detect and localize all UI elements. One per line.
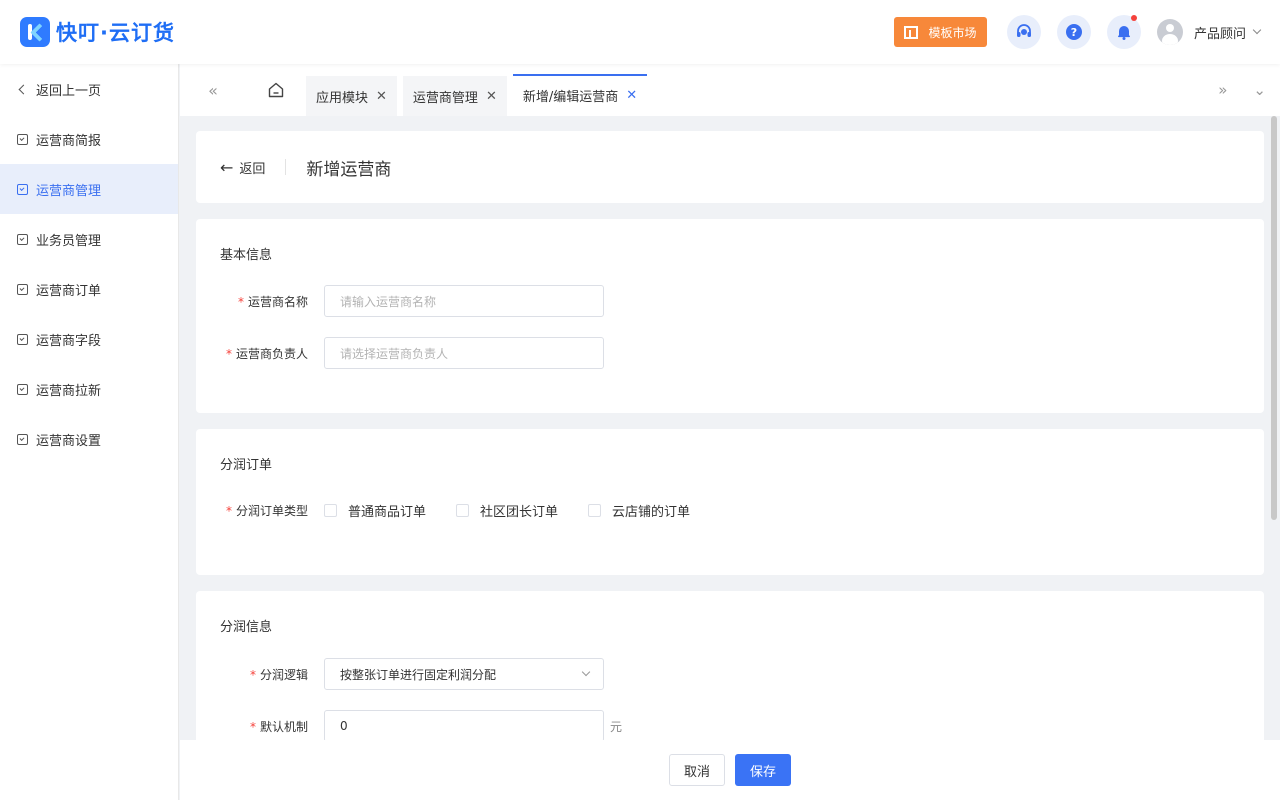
sidebar-item-briefing[interactable]: 运营商简报 [0,114,178,164]
template-market-label: 模板市场 [928,25,977,40]
operator-owner-select[interactable]: 请选择运营商负责人 [324,337,604,369]
back-label: 返回 [239,161,266,177]
section-title: 基本信息 [220,248,273,263]
profit-logic-select[interactable]: 按整张订单进行固定利润分配 [324,658,604,690]
chevron-down-icon[interactable]: ⌄ [1253,81,1266,99]
close-icon[interactable]: ✕ [486,89,497,104]
field-label: * 分润订单类型 [225,504,308,518]
chevron-left-icon [18,84,29,94]
tab-label: 运营商管理 [412,90,478,106]
checkbox-community-order[interactable]: 社区团长订单 [456,501,558,520]
home-tab[interactable] [246,64,306,116]
sidebar-back[interactable]: 返回上一页 [0,64,178,114]
checkbox-cloud-store-order[interactable]: 云店铺的订单 [588,501,690,520]
sidebar-back-label: 返回上一页 [36,83,102,99]
sidebar-item-label: 业务员管理 [36,233,102,249]
unit-label: 元 [610,719,623,734]
arrow-left-icon: ← [220,157,234,177]
sidebar-item-settings[interactable]: 运营商设置 [0,414,178,464]
calendar-check-icon [17,133,28,145]
sidebar-item-salesperson[interactable]: 业务员管理 [0,214,178,264]
field-label: * 默认机制 [249,719,308,734]
calendar-check-icon [17,383,28,395]
customer-service-button[interactable] [1006,15,1041,49]
close-icon[interactable]: ✕ [376,89,387,104]
app-name: 快叮·云订货 [56,21,175,45]
checkbox-normal-order[interactable]: 普通商品订单 [324,501,426,520]
field-label: * 运营商负责人 [225,346,308,361]
help-button[interactable]: ? [1056,15,1091,49]
sidebar-item-label: 运营商管理 [36,183,102,199]
tab-label: 应用模块 [316,90,369,106]
sidebar-item-label: 运营商订单 [36,283,102,299]
bell-icon [1117,26,1130,40]
sidebar-item-fields[interactable]: 运营商字段 [0,314,178,364]
sidebar-item-label: 运营商设置 [36,433,102,449]
sidebar-item-label: 运营商简报 [36,133,102,149]
form-row-order-type: * 分润订单类型 普通商品订单 社区团长订单 云店铺的订单 [196,501,720,520]
checkbox[interactable] [588,504,602,517]
tab-add-edit-operator[interactable]: 新增/编辑运营商 ✕ [512,74,648,114]
default-mechanism-input[interactable]: 0 [324,710,604,742]
logo-icon [20,17,50,47]
app-logo[interactable]: 快叮·云订货 [20,17,175,47]
divider [285,159,287,175]
calendar-check-icon [17,333,28,345]
tabs-scroll-left-button[interactable]: « [180,64,246,116]
chevron-down-icon [581,667,591,677]
sidebar-item-label: 运营商字段 [36,333,102,349]
avatar [1156,19,1183,45]
form-row-owner: * 运营商负责人 请选择运营商负责人 [196,337,604,369]
headset-icon [1016,24,1031,37]
double-chevron-left-icon: « [208,80,218,100]
operator-name-input[interactable]: 请输入运营商名称 [324,285,604,317]
sidebar-item-acquisition[interactable]: 运营商拉新 [0,364,178,414]
cancel-button[interactable]: 取消 [669,754,725,786]
template-icon [904,25,919,39]
form-row-logic: * 分润逻辑 按整张订单进行固定利润分配 [196,658,604,690]
template-market-button[interactable]: 模板市场 [893,17,987,47]
sidebar: 返回上一页 运营商简报 运营商管理 业务员管理 运营商订单 运营商字段 运营商拉… [0,64,179,800]
section-title: 分润信息 [220,620,273,635]
tab-label: 新增/编辑运营商 [522,89,619,105]
user-name: 产品顾问 [1193,26,1246,42]
form-row-name: * 运营商名称 请输入运营商名称 [196,285,604,317]
page-title: 新增运营商 [306,159,392,180]
calendar-check-icon [17,283,28,295]
calendar-check-icon [17,183,28,195]
tab-app-modules[interactable]: 应用模块 ✕ [306,76,397,116]
checkbox[interactable] [456,504,470,517]
calendar-check-icon [17,433,28,445]
user-menu[interactable]: 产品顾问 [1156,19,1262,45]
scrollbar[interactable] [1271,116,1277,520]
field-label: * 运营商名称 [237,294,308,309]
save-button[interactable]: 保存 [735,754,791,786]
section-title: 分润订单 [220,458,273,473]
page-header-card: ← 返回 新增运营商 [196,131,1264,203]
svg-text:?: ? [1071,26,1077,39]
top-header: 快叮·云订货 模板市场 ? 产品顾问 [0,0,1280,64]
back-button[interactable]: ← 返回 [220,158,265,177]
tab-bar: « 应用模块 ✕ 运营商管理 ✕ 新增/编辑运营商 ✕ » ⌄ [180,64,1280,116]
home-icon [268,82,284,98]
question-icon: ? [1065,24,1082,40]
sidebar-item-orders[interactable]: 运营商订单 [0,264,178,314]
basic-info-card: 基本信息 * 运营商名称 请输入运营商名称 * 运营商负责人 请选择运营商负责人 [196,219,1264,413]
calendar-check-icon [17,233,28,245]
form-footer: 取消 保存 [180,740,1280,800]
close-icon[interactable]: ✕ [626,88,637,103]
profit-order-card: 分润订单 * 分润订单类型 普通商品订单 社区团长订单 云店铺的订单 [196,429,1264,575]
double-chevron-right-icon[interactable]: » [1218,81,1227,99]
main-content: ← 返回 新增运营商 基本信息 * 运营商名称 请输入运营商名称 * 运营商负责人 … [196,131,1264,800]
chevron-down-icon [1252,25,1262,35]
notification-dot [1130,15,1137,21]
notification-button[interactable] [1106,15,1141,49]
form-row-default: * 默认机制 0 元 [196,710,622,742]
field-label: * 分润逻辑 [249,667,308,682]
sidebar-item-label: 运营商拉新 [36,383,102,399]
sidebar-item-management[interactable]: 运营商管理 [0,164,178,214]
tab-operator-management[interactable]: 运营商管理 ✕ [402,76,507,116]
checkbox[interactable] [324,504,337,517]
